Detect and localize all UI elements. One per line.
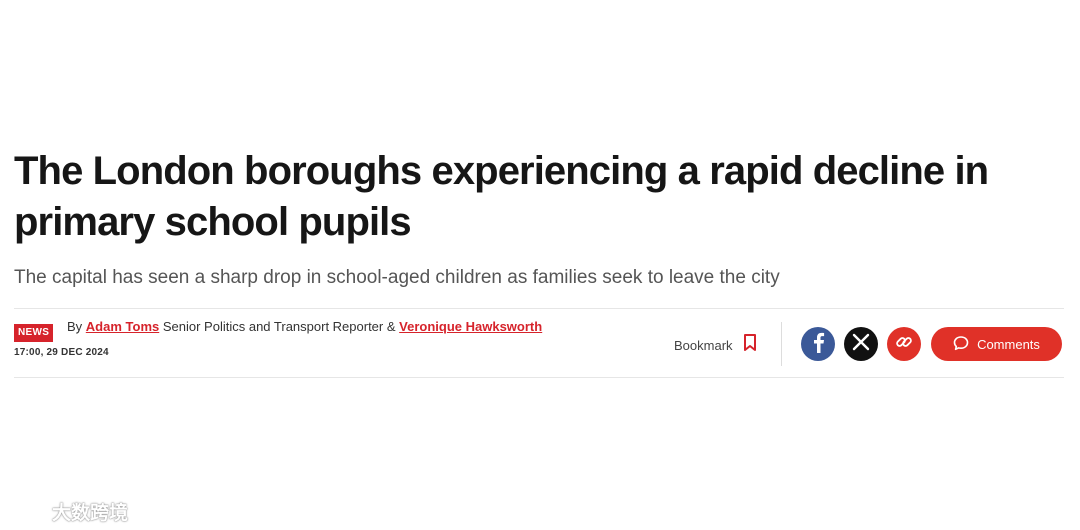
bottom-divider (14, 377, 1064, 378)
byline-prefix: By (67, 319, 83, 334)
watermark-text: 大数跨境 (52, 502, 129, 524)
comments-button[interactable]: Comments (931, 327, 1062, 361)
comment-bubble-icon (953, 335, 969, 354)
article-standfirst: The capital has seen a sharp drop in sch… (14, 267, 780, 288)
watermark: 大数跨境 (6, 497, 128, 525)
copy-link-button[interactable] (887, 327, 921, 361)
bookmark-label: Bookmark (674, 337, 733, 353)
author-link-veronique-hawksworth[interactable]: Veronique Hawksworth (399, 319, 542, 334)
x-icon (852, 333, 870, 356)
news-badge: NEWS (14, 324, 54, 342)
watermark-logo-icon (6, 497, 48, 525)
top-divider (14, 308, 1064, 309)
bookmark-icon (743, 333, 757, 357)
author-role: Senior Politics and Transport Reporter & (162, 319, 396, 334)
author-link-adam-toms[interactable]: Adam Toms (86, 319, 159, 334)
comments-label: Comments (977, 336, 1040, 352)
publish-timestamp: 17:00, 29 DEC 2024 (14, 347, 109, 358)
action-divider (781, 322, 782, 366)
byline: By Adam Toms Senior Politics and Transpo… (67, 319, 542, 335)
x-share-button[interactable] (844, 327, 878, 361)
bookmark-button[interactable]: Bookmark (674, 333, 757, 357)
facebook-share-button[interactable] (801, 327, 835, 361)
link-icon (895, 333, 913, 356)
article-headline: The London boroughs experiencing a rapid… (14, 149, 989, 244)
facebook-icon (810, 331, 826, 358)
